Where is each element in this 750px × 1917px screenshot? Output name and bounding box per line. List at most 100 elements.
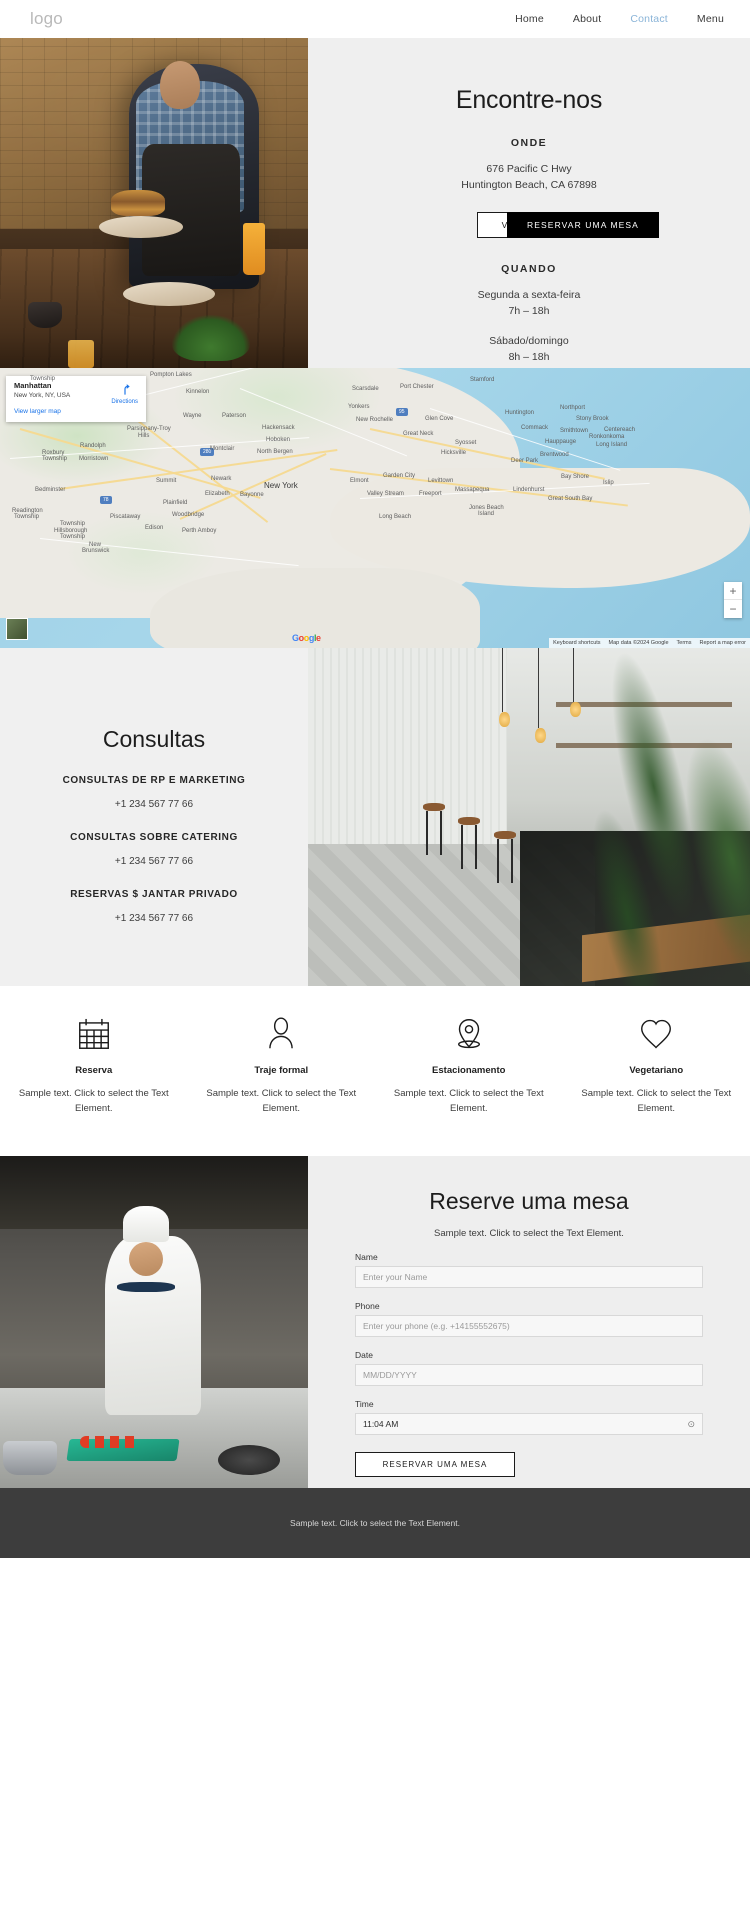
map-label: Hills	[138, 433, 150, 439]
nav-item-home[interactable]: Home	[515, 13, 544, 25]
feature-title: Reserva	[75, 1065, 113, 1076]
phone-input[interactable]: Enter your phone (e.g. +14155552675)	[355, 1315, 703, 1337]
map-label: Elmont	[350, 478, 369, 484]
consult-heading-0: CONSULTAS DE RP E MARKETING	[62, 775, 246, 786]
map-label: Island	[478, 511, 495, 517]
cafe-interior-photo	[308, 648, 750, 986]
hours-weekend: Sábado/domingo 8h – 18h	[489, 333, 568, 365]
map-label: Paterson	[222, 413, 247, 419]
map-label: Plainfield	[163, 500, 188, 506]
directions-button[interactable]: Directions	[111, 383, 138, 405]
booking-subtitle: Sample text. Click to select the Text El…	[434, 1228, 624, 1239]
highway-shield-icon: 95	[396, 408, 408, 416]
map-label: Centereach	[604, 427, 636, 433]
map-label: Levittown	[428, 478, 454, 484]
highway-shield-icon: 78	[100, 496, 112, 504]
feature-reserva: Reserva Sample text. Click to select the…	[0, 1011, 188, 1156]
map-label: Randolph	[80, 443, 106, 449]
booking-submit-button[interactable]: RESERVAR UMA MESA	[355, 1452, 515, 1477]
clock-icon[interactable]: ⊙	[687, 1419, 695, 1430]
address-block: 676 Pacific C Hwy Huntington Beach, CA 6…	[461, 161, 596, 193]
consult-phone-0[interactable]: +1 234 567 77 66	[115, 799, 193, 810]
map-label: Brentwood	[540, 452, 569, 458]
phone-label: Phone	[355, 1301, 380, 1311]
nav-item-about[interactable]: About	[573, 13, 601, 25]
map-label: Parsippany-Troy	[127, 426, 171, 432]
map-label: Long Beach	[379, 514, 412, 520]
feature-estacionamento: Estacionamento Sample text. Click to sel…	[375, 1011, 563, 1156]
map-label: Great South Bay	[548, 496, 593, 502]
zoom-in-button[interactable]: +	[724, 582, 742, 600]
field-date: Date MM/DD/YYYY	[355, 1350, 703, 1386]
site-logo[interactable]: logo	[30, 9, 63, 29]
map-label: Township	[60, 521, 86, 527]
time-value: 11:04 AM	[363, 1419, 399, 1429]
map-label: Summit	[156, 478, 177, 484]
nav-item-contact[interactable]: Contact	[630, 13, 668, 25]
main-navigation: Home About Contact Menu	[515, 13, 724, 25]
feature-vegetariano: Vegetariano Sample text. Click to select…	[563, 1011, 750, 1156]
map-zoom-controls[interactable]: + −	[724, 582, 742, 618]
hours-weekday-time: 7h – 18h	[508, 305, 550, 317]
zoom-out-button[interactable]: −	[724, 600, 742, 618]
map-label: New Rochelle	[356, 417, 394, 423]
reserve-table-button[interactable]: RESERVAR UMA MESA	[507, 212, 659, 238]
map-label: Perth Amboy	[182, 528, 217, 534]
consult-phone-1[interactable]: +1 234 567 77 66	[115, 856, 193, 867]
map-label: Islip	[603, 480, 614, 486]
keyboard-shortcuts-link[interactable]: Keyboard shortcuts	[549, 638, 605, 648]
terms-link[interactable]: Terms	[672, 638, 696, 648]
map-label: Long Island	[596, 442, 628, 448]
hours-weekday-days: Segunda a sexta-feira	[477, 289, 581, 301]
hero-section: Encontre-nos ONDE 676 Pacific C Hwy Hunt…	[0, 38, 750, 368]
map-label: Montclair	[210, 446, 235, 452]
google-map-embed[interactable]: 280 95 78 Manhattan New York, NY, USA Vi…	[0, 368, 750, 648]
consult-heading-2: RESERVAS $ JANTAR PRIVADO	[70, 889, 238, 900]
date-input[interactable]: MM/DD/YYYY	[355, 1364, 703, 1386]
map-label: Huntington	[505, 410, 535, 416]
map-label: Township	[42, 456, 68, 462]
report-error-link[interactable]: Report a map error	[695, 638, 750, 648]
feature-text: Sample text. Click to select the Text El…	[581, 1088, 732, 1114]
map-label: Northport	[560, 405, 586, 411]
map-label: North Bergen	[257, 449, 293, 455]
map-label: Piscataway	[110, 514, 141, 520]
view-larger-map-link[interactable]: View larger map	[14, 408, 138, 415]
time-input[interactable]: 11:04 AM ⊙	[355, 1413, 703, 1435]
map-label: Valley Stream	[367, 491, 404, 497]
map-street-view-thumbnail[interactable]	[6, 618, 28, 640]
nav-item-menu[interactable]: Menu	[697, 13, 724, 25]
page-title: Encontre-nos	[455, 86, 603, 114]
map-label: Stamford	[470, 377, 495, 383]
where-label: ONDE	[510, 137, 548, 149]
footer-text: Sample text. Click to select the Text El…	[290, 1518, 460, 1528]
map-label: Syosset	[455, 440, 477, 446]
map-label: Hicksville	[441, 450, 467, 456]
map-label: Hoboken	[266, 437, 291, 443]
map-label: Glen Cove	[425, 416, 454, 422]
google-logo: Google	[292, 633, 321, 643]
address-line-1: 676 Pacific C Hwy	[486, 163, 572, 175]
map-label: Woodbridge	[172, 512, 205, 518]
feature-traje-formal: Traje formal Sample text. Click to selec…	[188, 1011, 376, 1156]
map-label: Township	[30, 376, 56, 382]
consult-phone-2[interactable]: +1 234 567 77 66	[115, 913, 193, 924]
hours-weekend-time: 8h – 18h	[508, 351, 550, 363]
map-label: Smithtown	[560, 428, 589, 434]
site-header: logo Home About Contact Menu	[0, 0, 750, 38]
feature-title: Traje formal	[254, 1065, 309, 1076]
map-place-card: Manhattan New York, NY, USA View larger …	[6, 376, 146, 422]
map-data-text: Map data ©2024 Google	[604, 638, 673, 648]
features-section: Reserva Sample text. Click to select the…	[0, 986, 750, 1156]
name-label: Name	[355, 1252, 378, 1262]
calendar-icon	[75, 1011, 113, 1057]
when-label: QUANDO	[501, 263, 557, 275]
feature-title: Vegetariano	[629, 1065, 684, 1076]
map-label: Brunswick	[82, 548, 110, 554]
map-label: Massapequa	[455, 487, 490, 493]
feature-text: Sample text. Click to select the Text El…	[18, 1088, 169, 1114]
map-label: Elizabeth	[205, 491, 230, 497]
map-label: Ronkonkoma	[589, 434, 625, 440]
feature-text: Sample text. Click to select the Text El…	[393, 1088, 544, 1114]
name-input[interactable]: Enter your Name	[355, 1266, 703, 1288]
